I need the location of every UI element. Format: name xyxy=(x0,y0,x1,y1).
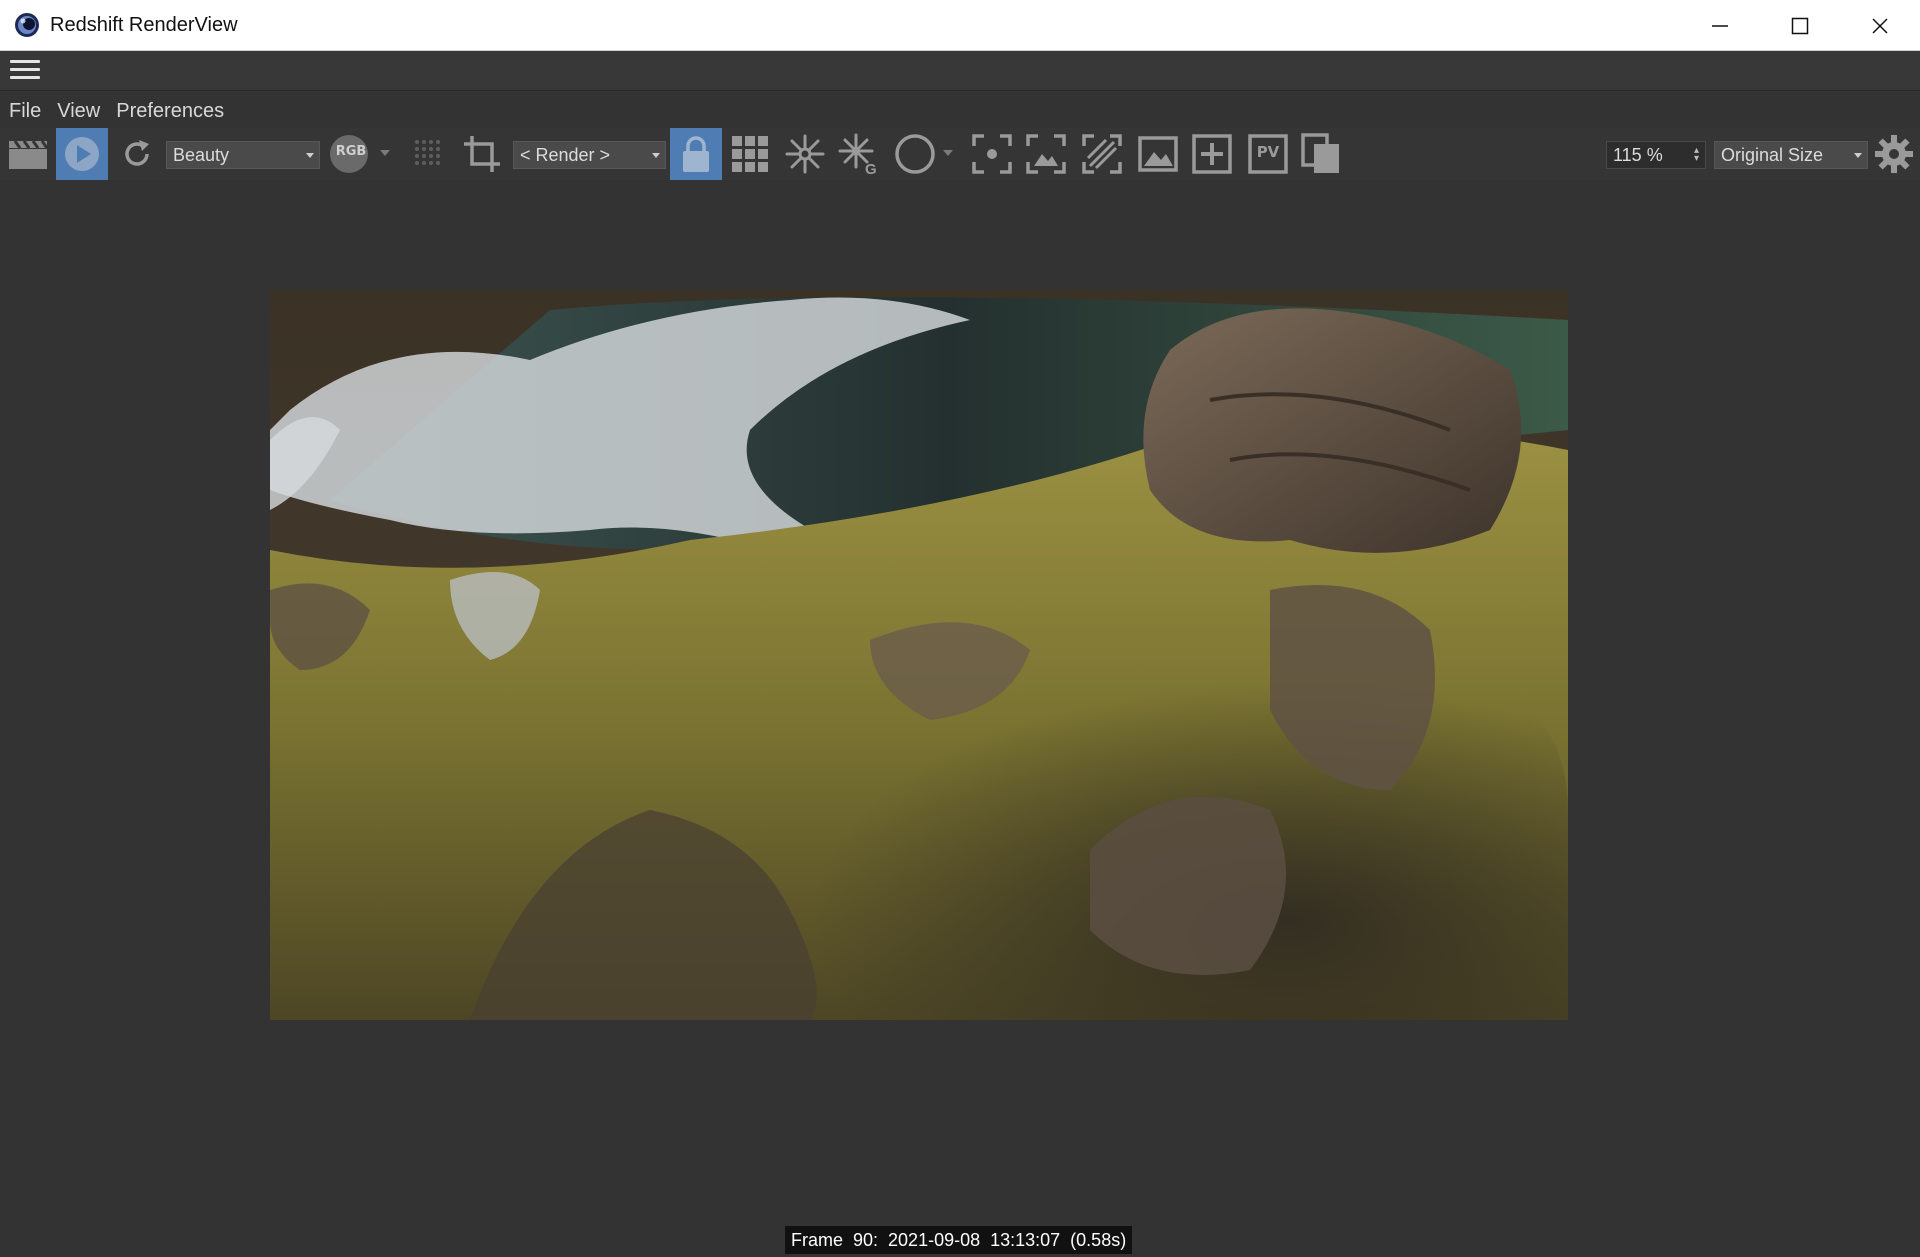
channel-menu-arrow[interactable] xyxy=(378,128,392,180)
menu-preferences[interactable]: Preferences xyxy=(107,100,231,123)
camera-selected-label: < Render > xyxy=(520,145,611,165)
region-circle-button[interactable] xyxy=(890,128,940,180)
maximize-button[interactable] xyxy=(1760,0,1840,51)
size-dropdown[interactable]: Original Size xyxy=(1714,141,1868,169)
app-logo-icon xyxy=(15,13,39,37)
focus-pick-button[interactable] xyxy=(968,128,1016,180)
picture-viewer-label: PV xyxy=(1256,143,1280,161)
add-snapshot-button[interactable] xyxy=(1188,128,1236,180)
frame-status-label: Frame 90: 2021-09-08 13:13:07 (0.58s) xyxy=(785,1226,1133,1254)
menu-bar: File View Preferences xyxy=(0,94,231,128)
render-viewport[interactable] xyxy=(0,180,1920,1257)
render-settings-button[interactable] xyxy=(4,128,52,180)
chevron-down-icon xyxy=(380,150,390,156)
grid-icon xyxy=(732,136,768,172)
aov-dropdown[interactable]: Beauty xyxy=(166,141,320,169)
lock-camera-button[interactable] xyxy=(670,128,722,180)
fit-icon xyxy=(1026,134,1066,174)
minimize-button[interactable] xyxy=(1680,0,1760,51)
bucket-grid-button[interactable] xyxy=(726,128,774,180)
snowflake-g-icon: G xyxy=(838,133,877,175)
samples-overlay-button[interactable] xyxy=(406,128,452,180)
fit-view-button[interactable] xyxy=(1022,128,1070,180)
freeze-button[interactable] xyxy=(780,128,830,180)
save-image-button[interactable] xyxy=(1134,128,1182,180)
copy-image-button[interactable] xyxy=(1298,128,1344,180)
aov-selected-label: Beauty xyxy=(173,145,230,165)
chevron-down-icon xyxy=(652,153,660,158)
zoom-spinner-icon[interactable]: ▴ ▾ xyxy=(1694,146,1699,164)
crop-icon xyxy=(464,136,500,172)
copy-icon xyxy=(1301,133,1339,173)
freeze-geometry-button[interactable]: G xyxy=(834,128,884,180)
snowflake-icon xyxy=(785,134,825,174)
ipr-start-button[interactable] xyxy=(56,128,108,180)
render-scene-graphic xyxy=(270,290,1568,1020)
close-button[interactable] xyxy=(1840,0,1920,51)
camera-dropdown[interactable]: < Render > xyxy=(513,141,666,169)
settings-button[interactable] xyxy=(1872,128,1916,180)
add-icon xyxy=(1192,134,1232,174)
chevron-down-icon xyxy=(943,150,953,156)
panel-header xyxy=(0,51,1920,91)
picture-viewer-button[interactable]: PV xyxy=(1244,128,1292,180)
focus-icon xyxy=(972,134,1012,174)
menu-view[interactable]: View xyxy=(48,100,107,123)
crop-button[interactable] xyxy=(458,128,506,180)
circle-icon xyxy=(895,134,935,174)
lock-icon xyxy=(683,136,709,172)
maximize-icon xyxy=(1791,17,1809,34)
refresh-icon xyxy=(125,140,149,166)
chevron-down-icon xyxy=(306,153,314,158)
channel-button[interactable]: RGB xyxy=(326,128,374,180)
zoom-input[interactable]: 115 % ▴ ▾ xyxy=(1606,141,1706,169)
size-selected-label: Original Size xyxy=(1721,145,1824,165)
render-image xyxy=(270,290,1568,1020)
region-menu-arrow[interactable] xyxy=(942,128,954,180)
menu-file[interactable]: File xyxy=(0,100,48,123)
chevron-down-icon xyxy=(1854,153,1862,158)
clear-button[interactable] xyxy=(1078,128,1126,180)
svg-text:G: G xyxy=(865,161,877,175)
toolbar: Beauty RGB < Render > G PV 115 % ▴ ▾ Ori… xyxy=(0,128,1920,180)
minimize-icon xyxy=(1712,24,1728,27)
refresh-button[interactable] xyxy=(114,128,160,180)
channel-badge-label: RGB xyxy=(335,144,367,159)
gear-icon xyxy=(1875,135,1913,173)
zoom-value: 115 % xyxy=(1613,145,1663,165)
hatch-icon xyxy=(1082,134,1122,174)
image-icon xyxy=(1138,136,1178,172)
close-icon xyxy=(1872,17,1888,34)
grid-dots-icon xyxy=(415,140,440,165)
clapperboard-icon xyxy=(9,140,49,169)
play-icon xyxy=(65,137,99,171)
title-bar: Redshift RenderView xyxy=(0,0,1920,51)
hamburger-icon[interactable] xyxy=(10,60,40,82)
window-title: Redshift RenderView xyxy=(50,13,238,36)
